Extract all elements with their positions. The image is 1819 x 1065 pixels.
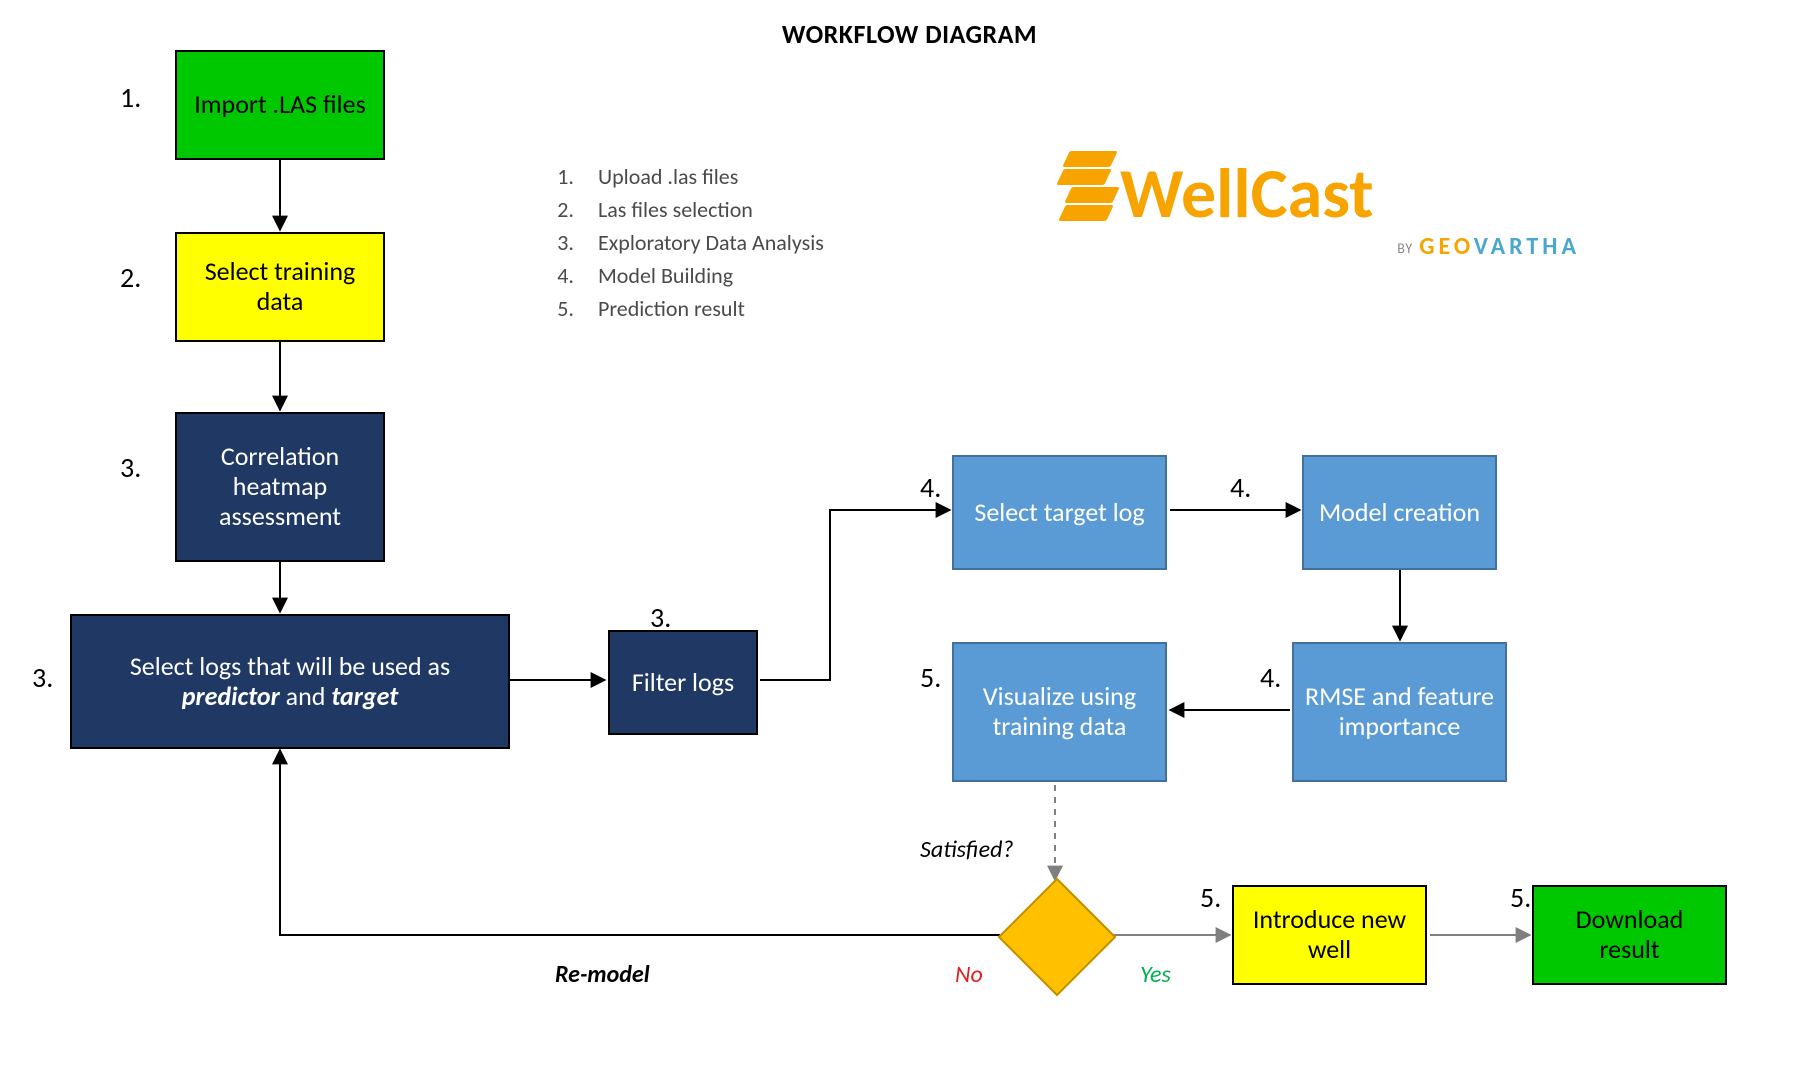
box-visualize: Visualize using training data <box>952 642 1167 782</box>
legend-item: 1.Upload .las files <box>550 160 824 193</box>
step-number: 4. <box>1230 470 1251 505</box>
logo-text: WellCast <box>1120 150 1374 236</box>
box-correlation: Correlation heatmap assessment <box>175 412 385 562</box>
label-remodel: Re-model <box>555 960 650 989</box>
box-select-target: Select target log <box>952 455 1167 570</box>
box-rmse: RMSE and feature importance <box>1292 642 1507 782</box>
step-number: 5. <box>920 660 941 695</box>
box-new-well: Introduce new well <box>1232 885 1427 985</box>
diagram-title: WORKFLOW DIAGRAM <box>0 18 1819 50</box>
box-download: Download result <box>1532 885 1727 985</box>
step-number: 4. <box>920 470 941 505</box>
legend-item: 3.Exploratory Data Analysis <box>550 226 824 259</box>
step-number: 2. <box>120 260 141 295</box>
step-number: 3. <box>32 660 53 695</box>
step-number: 1. <box>120 80 141 115</box>
step-number: 4. <box>1260 660 1281 695</box>
step-number: 3. <box>120 450 141 485</box>
label-yes: Yes <box>1140 960 1171 989</box>
box-import-las: Import .LAS files <box>175 50 385 160</box>
legend: 1.Upload .las files 2.Las files selectio… <box>550 160 824 325</box>
decision-diamond <box>998 878 1117 997</box>
wellcast-logo: WellCast BYGEOVARTHA <box>1060 150 1580 261</box>
workflow-diagram: WORKFLOW DIAGRAM 1.Upload .las files 2.L… <box>0 0 1819 1065</box>
label-no: No <box>955 960 983 989</box>
legend-item: 5.Prediction result <box>550 292 824 325</box>
box-select-training: Select training data <box>175 232 385 342</box>
logo-byline: BYGEOVARTHA <box>1060 232 1580 261</box>
box-filter-logs: Filter logs <box>608 630 758 735</box>
step-number: 5. <box>1510 880 1531 915</box>
label-satisfied: Satisfied? <box>920 835 1014 864</box>
box-model-creation: Model creation <box>1302 455 1497 570</box>
legend-item: 2.Las files selection <box>550 193 824 226</box>
box-select-logs: Select logs that will be used as predict… <box>70 614 510 749</box>
step-number: 5. <box>1200 880 1221 915</box>
legend-item: 4.Model Building <box>550 259 824 292</box>
logo-bolt-icon <box>1060 151 1110 235</box>
